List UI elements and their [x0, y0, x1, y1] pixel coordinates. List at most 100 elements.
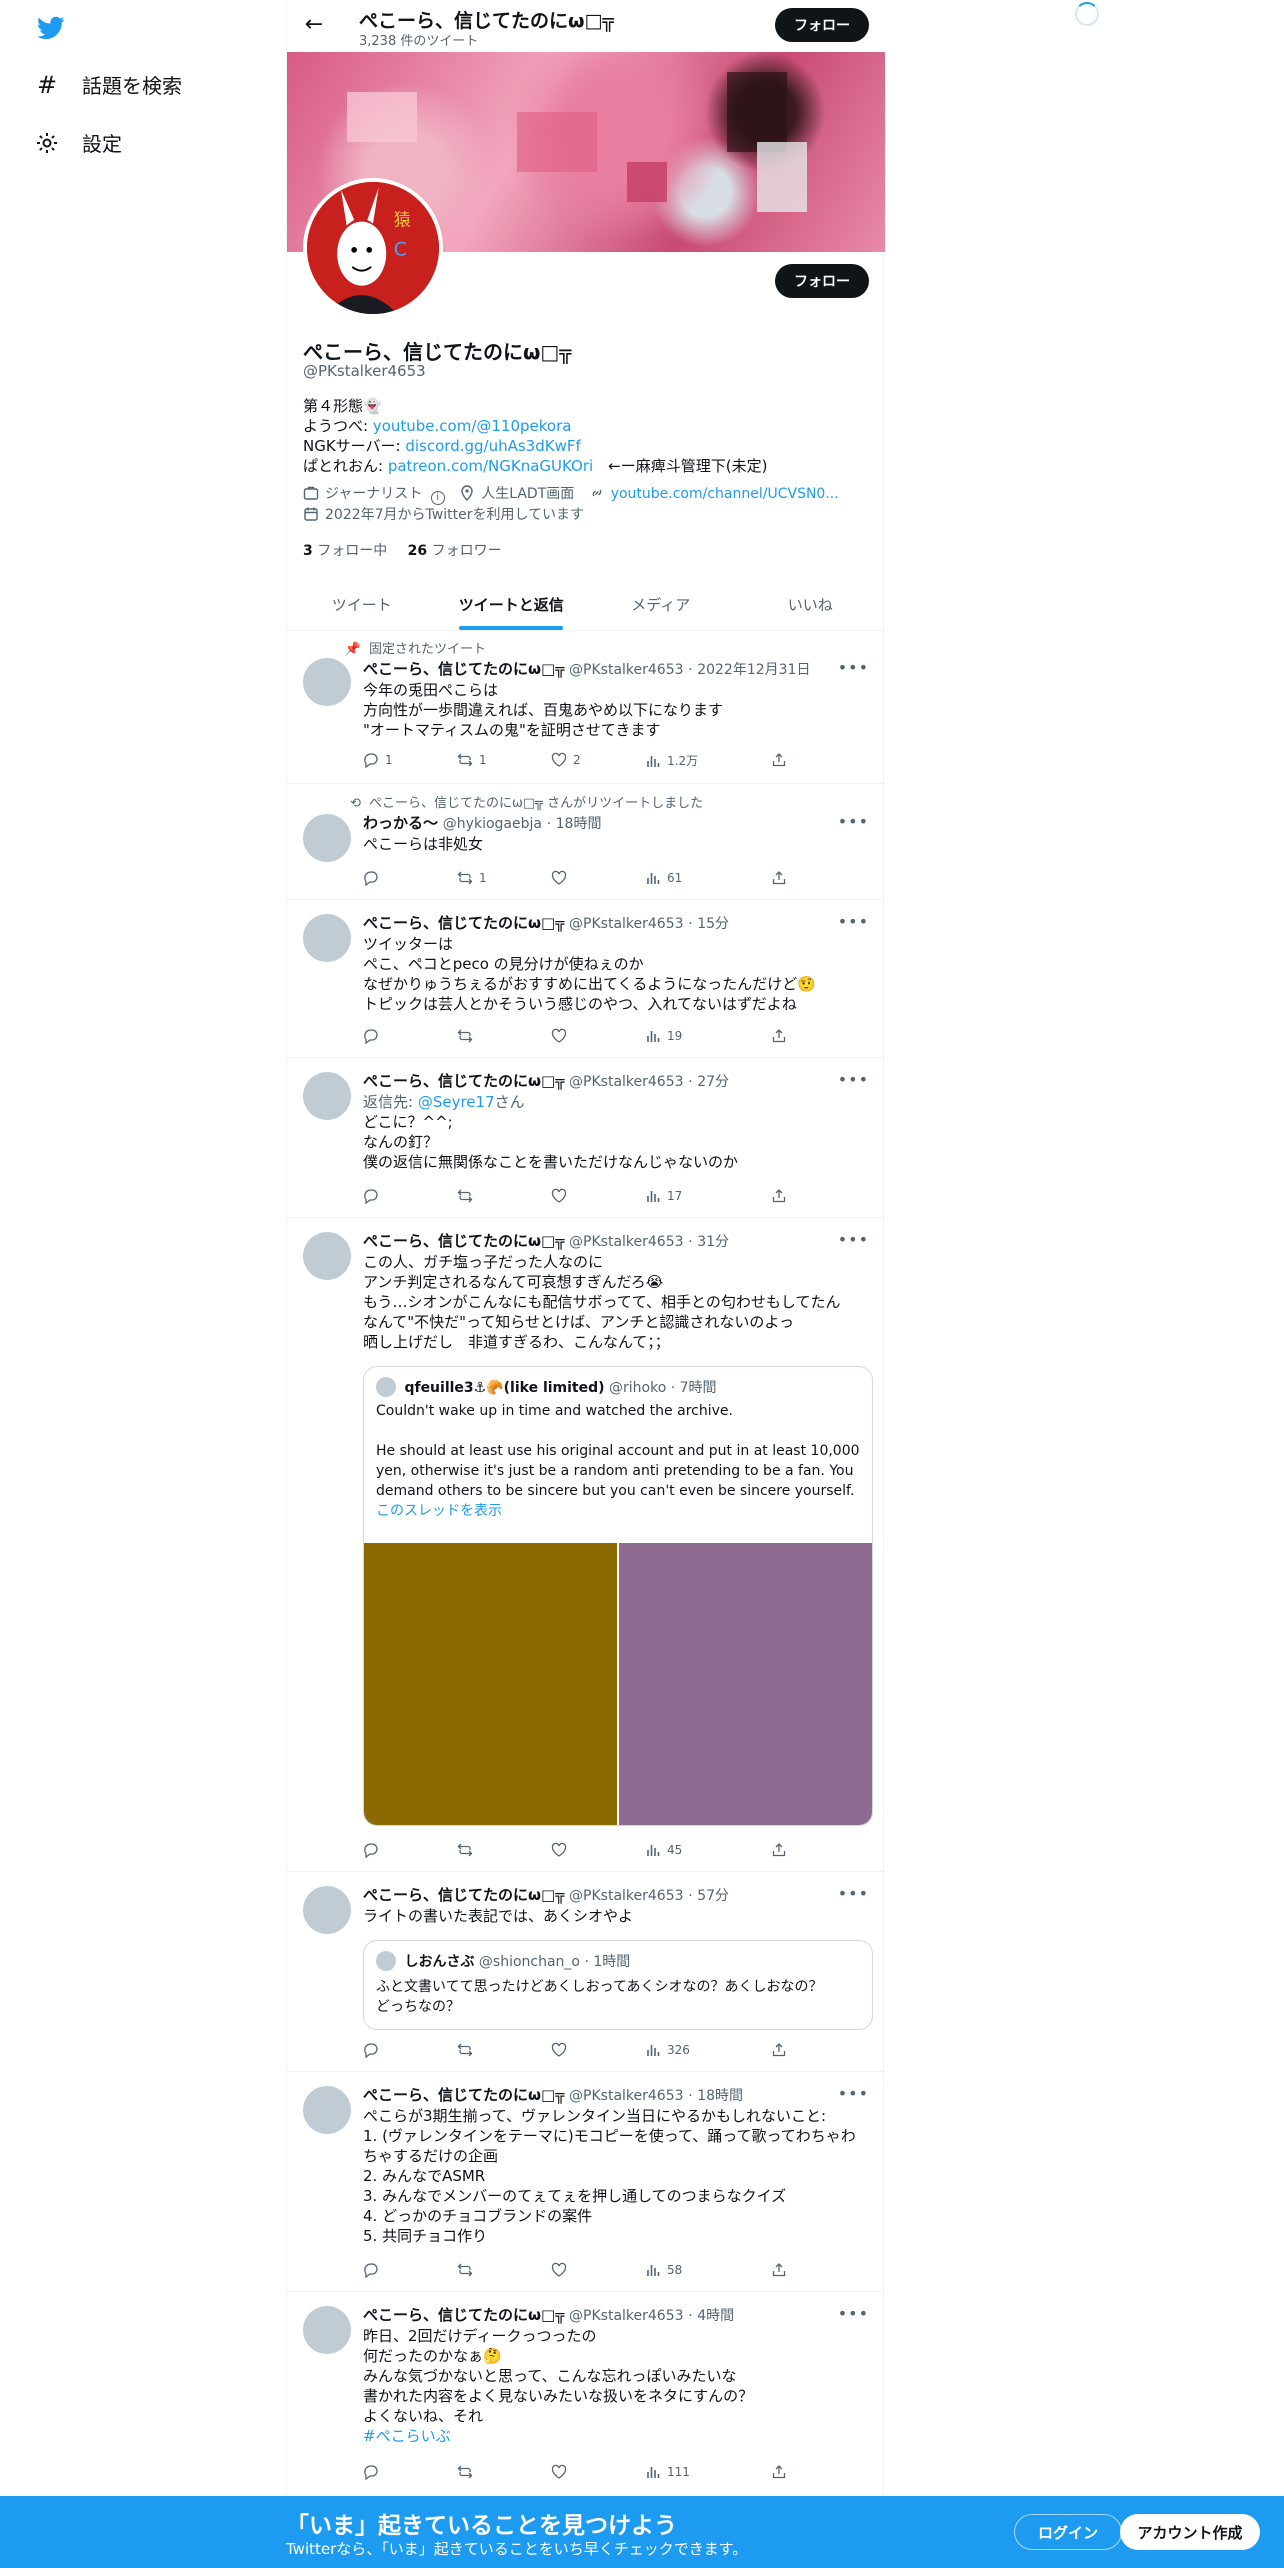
tab-tweets-and-replies[interactable]: ツイートと返信 — [437, 578, 587, 630]
reply-button[interactable] — [363, 1028, 385, 1044]
reply-button[interactable]: 1 — [363, 752, 393, 768]
share-button[interactable] — [771, 870, 787, 886]
views-button[interactable]: 326 — [645, 2042, 690, 2058]
bio-discord-link[interactable]: discord.gg/uhAs3dKwFf — [405, 437, 580, 455]
views-button[interactable]: 1.2万 — [645, 752, 698, 769]
header-follow-button[interactable]: フォロー — [775, 8, 869, 42]
tweet-item[interactable]: ⟲ ぺこーら、信じてたのにω□╦ さんがリツイートしました わっかる～ @hyki… — [287, 784, 885, 900]
hashtag-link[interactable]: #ぺこらいぶ — [363, 2426, 873, 2446]
author-handle[interactable]: @PKstalker4653 — [569, 662, 683, 678]
quoted-image-left[interactable] — [364, 1543, 617, 1825]
author-name[interactable]: ぺこーら、信じてたのにω□╦ — [363, 660, 564, 678]
quoted-tweet[interactable]: しおんさぶ @shionchan_o · 1時間 ふと文書いてて思ったけどあくし… — [363, 1940, 873, 2030]
share-button[interactable] — [771, 1188, 787, 1204]
more-options-icon[interactable]: ••• — [838, 1230, 869, 1249]
like-button[interactable] — [551, 1188, 573, 1204]
retweet-button[interactable] — [457, 2042, 479, 2058]
avatar[interactable] — [303, 2086, 351, 2134]
tweet-time[interactable]: · 18時間 — [547, 816, 602, 832]
like-button[interactable]: 2 — [551, 752, 581, 768]
more-options-icon[interactable]: ••• — [838, 1070, 869, 1089]
retweet-button[interactable] — [457, 1188, 479, 1204]
author-handle[interactable]: @PKstalker4653 — [569, 1074, 683, 1090]
more-options-icon[interactable]: ••• — [838, 812, 869, 831]
reply-button[interactable] — [363, 1842, 385, 1858]
author-handle[interactable]: @PKstalker4653 — [569, 2308, 683, 2324]
avatar[interactable] — [303, 1072, 351, 1120]
reply-to-user-link[interactable]: @Seyre17 — [418, 1093, 495, 1111]
author-name[interactable]: ぺこーら、信じてたのにω□╦ — [363, 1232, 564, 1250]
retweet-button[interactable] — [457, 1028, 479, 1044]
profile-avatar[interactable]: 猿 C — [303, 178, 443, 318]
tweet-item[interactable]: ぺこーら、信じてたのにω□╦ @PKstalker4653 · 4時間 ••• … — [287, 2292, 885, 2496]
more-options-icon[interactable]: ••• — [838, 2304, 869, 2323]
avatar[interactable] — [303, 1886, 351, 1934]
show-thread-link[interactable]: このスレッドを表示 — [376, 1501, 862, 1521]
reply-button[interactable] — [363, 2464, 385, 2480]
avatar[interactable] — [303, 658, 351, 706]
more-options-icon[interactable]: ••• — [838, 912, 869, 931]
like-button[interactable] — [551, 1028, 573, 1044]
tweet-item[interactable]: ぺこーら、信じてたのにω□╦ @PKstalker4653 · 31分 ••• … — [287, 1218, 885, 1872]
profile-url-link[interactable]: youtube.com/channel/UCVSN0... — [611, 486, 839, 502]
author-handle[interactable]: @PKstalker4653 — [569, 2088, 683, 2104]
views-button[interactable]: 45 — [645, 1842, 682, 1858]
quoted-image-right[interactable] — [619, 1543, 872, 1825]
author-name[interactable]: ぺこーら、信じてたのにω□╦ — [363, 1886, 564, 1904]
views-button[interactable]: 19 — [645, 1028, 682, 1044]
author-name[interactable]: わっかる～ — [363, 814, 438, 832]
tweet-item[interactable]: 📌 固定されたツイート ぺこーら、信じてたのにω□╦ @PKstalker4653… — [287, 632, 885, 784]
signup-button[interactable]: アカウント作成 — [1120, 2514, 1260, 2550]
info-icon[interactable]: i — [430, 491, 445, 505]
share-button[interactable] — [771, 1028, 787, 1044]
views-button[interactable]: 111 — [645, 2464, 690, 2480]
tweet-time[interactable]: · 15分 — [688, 916, 729, 932]
quoted-tweet[interactable]: qfeuille3⚓🥐(like limited) @rihoko · 7時間 … — [363, 1366, 873, 1826]
tab-tweets[interactable]: ツイート — [287, 578, 437, 630]
author-name[interactable]: ぺこーら、信じてたのにω□╦ — [363, 1072, 564, 1090]
share-button[interactable] — [771, 2262, 787, 2278]
author-handle[interactable]: @PKstalker4653 — [569, 1234, 683, 1250]
back-arrow-icon[interactable]: ← — [301, 12, 327, 38]
like-button[interactable] — [551, 2262, 573, 2278]
views-button[interactable]: 58 — [645, 2262, 682, 2278]
retweet-button[interactable]: 1 — [457, 752, 487, 768]
reply-button[interactable] — [363, 870, 385, 886]
reply-button[interactable] — [363, 2042, 385, 2058]
twitter-logo-icon[interactable] — [34, 14, 68, 42]
nav-settings[interactable]: 設定 — [34, 128, 122, 157]
tab-media[interactable]: メディア — [586, 578, 736, 630]
tweet-item[interactable]: ぺこーら、信じてたのにω□╦ @PKstalker4653 · 15分 ••• … — [287, 900, 885, 1058]
followers-link[interactable]: 26 フォロワー — [408, 543, 502, 559]
avatar[interactable] — [303, 2306, 351, 2354]
avatar[interactable] — [303, 814, 351, 862]
following-link[interactable]: 3 フォロー中 — [303, 543, 387, 559]
share-button[interactable] — [771, 1842, 787, 1858]
reply-button[interactable] — [363, 1188, 385, 1204]
author-handle[interactable]: @hykiogaebja — [443, 816, 542, 832]
tweet-time[interactable]: · 18時間 — [688, 2088, 743, 2104]
tweet-time[interactable]: · 2022年12月31日 — [688, 662, 810, 678]
nav-explore[interactable]: # 話題を検索 — [34, 70, 182, 99]
profile-follow-button[interactable]: フォロー — [775, 264, 869, 298]
login-button[interactable]: ログイン — [1014, 2514, 1122, 2550]
tweet-time[interactable]: · 31分 — [688, 1234, 729, 1250]
like-button[interactable] — [551, 2042, 573, 2058]
share-button[interactable] — [771, 752, 787, 768]
avatar[interactable] — [303, 1232, 351, 1280]
tweet-time[interactable]: · 27分 — [688, 1074, 729, 1090]
like-button[interactable] — [551, 1842, 573, 1858]
reply-button[interactable] — [363, 2262, 385, 2278]
author-handle[interactable]: @PKstalker4653 — [569, 1888, 683, 1904]
tweet-item[interactable]: ぺこーら、信じてたのにω□╦ @PKstalker4653 · 57分 ••• … — [287, 1872, 885, 2072]
author-name[interactable]: ぺこーら、信じてたのにω□╦ — [363, 2086, 564, 2104]
more-options-icon[interactable]: ••• — [838, 1884, 869, 1903]
retweet-button[interactable] — [457, 2464, 479, 2480]
like-button[interactable] — [551, 2464, 573, 2480]
more-options-icon[interactable]: ••• — [838, 658, 869, 677]
retweet-button[interactable] — [457, 2262, 479, 2278]
author-handle[interactable]: @PKstalker4653 — [569, 916, 683, 932]
tweet-time[interactable]: · 4時間 — [688, 2308, 734, 2324]
retweet-button[interactable]: 1 — [457, 870, 487, 886]
views-button[interactable]: 17 — [645, 1188, 682, 1204]
